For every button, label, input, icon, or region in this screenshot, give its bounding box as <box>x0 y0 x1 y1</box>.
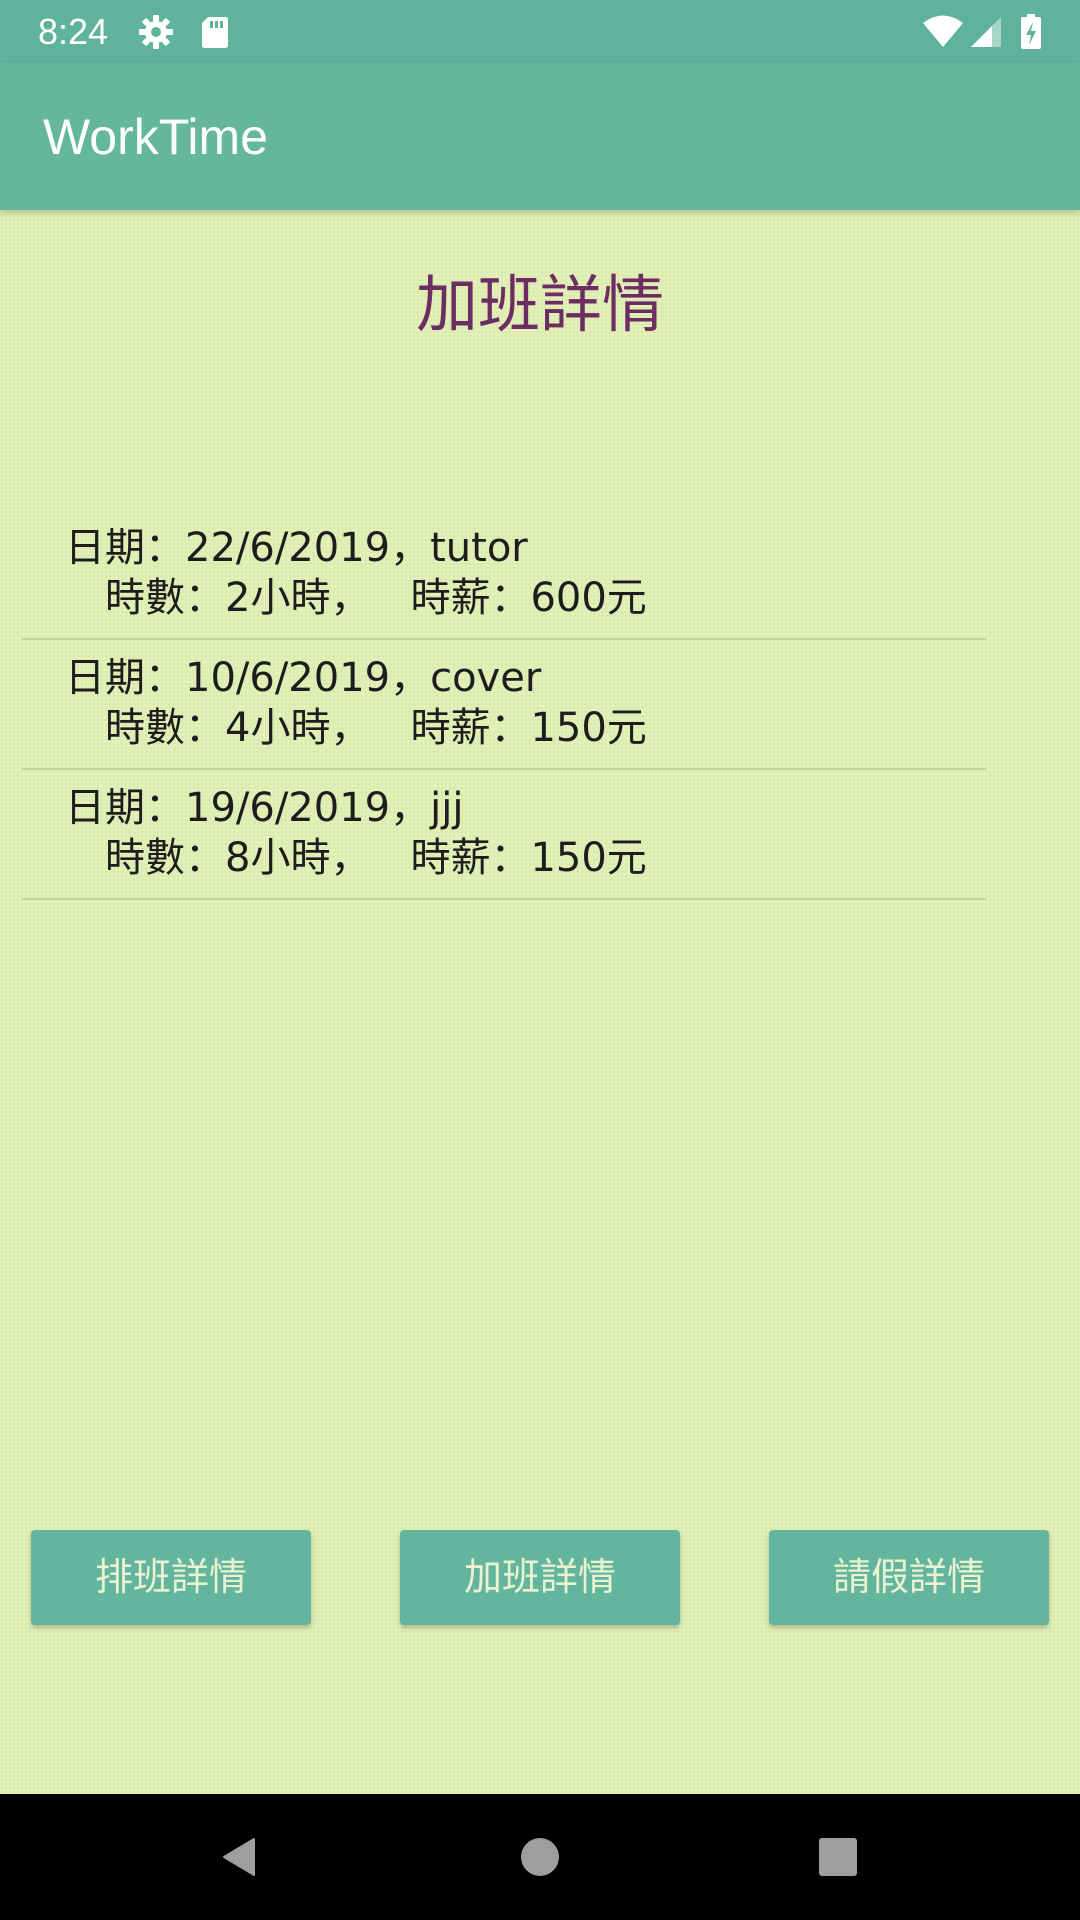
overtime-details-button[interactable]: 加班詳情 <box>400 1530 680 1625</box>
record-hours-wage: 時數：8小時， 時薪：150元 <box>105 834 647 882</box>
status-time: 8:24 <box>38 11 109 52</box>
wifi-icon <box>922 14 964 50</box>
app-bar: WorkTime <box>0 63 1080 210</box>
app-title: WorkTime <box>43 109 268 165</box>
home-icon[interactable] <box>518 1835 562 1879</box>
list-item[interactable]: 日期：22/6/2019，tutor 時數：2小時， 時薪：600元 <box>22 510 986 640</box>
gear-icon <box>138 14 174 50</box>
list-item[interactable]: 日期：10/6/2019，cover 時數：4小時， 時薪：150元 <box>22 640 986 770</box>
record-date-name: 日期：19/6/2019，jjj <box>65 785 464 831</box>
record-wage: 時薪：600元 <box>410 575 647 621</box>
page-title: 加班詳情 <box>415 268 664 341</box>
record-date-name: 日期：22/6/2019，tutor <box>65 525 528 571</box>
record-hours: 時數：4小時， <box>105 705 371 751</box>
record-hours-wage: 時數：4小時， 時薪：150元 <box>105 704 647 752</box>
leave-details-button[interactable]: 請假詳情 <box>769 1530 1049 1625</box>
record-hours: 時數：2小時， <box>105 575 371 621</box>
schedule-details-button[interactable]: 排班詳情 <box>31 1530 311 1625</box>
content-area: 加班詳情 日期：22/6/2019，tutor 時數：2小時， 時薪：600元 日… <box>0 210 1080 1794</box>
record-wage: 時薪：150元 <box>410 835 647 881</box>
record-wage: 時薪：150元 <box>410 705 647 751</box>
recents-icon[interactable] <box>816 1835 860 1879</box>
list-item[interactable]: 日期：19/6/2019，jjj 時數：8小時， 時薪：150元 <box>22 770 986 900</box>
record-date-name: 日期：10/6/2019，cover <box>65 655 542 701</box>
back-icon[interactable] <box>218 1835 262 1879</box>
record-hours: 時數：8小時， <box>105 835 371 881</box>
record-hours-wage: 時數：2小時， 時薪：600元 <box>105 574 647 622</box>
signal-icon <box>970 14 1006 50</box>
status-bar: 8:24 <box>0 0 1080 63</box>
navigation-bar <box>0 1794 1080 1920</box>
battery-charging-icon <box>1020 14 1042 50</box>
sd-card-icon <box>197 14 233 50</box>
